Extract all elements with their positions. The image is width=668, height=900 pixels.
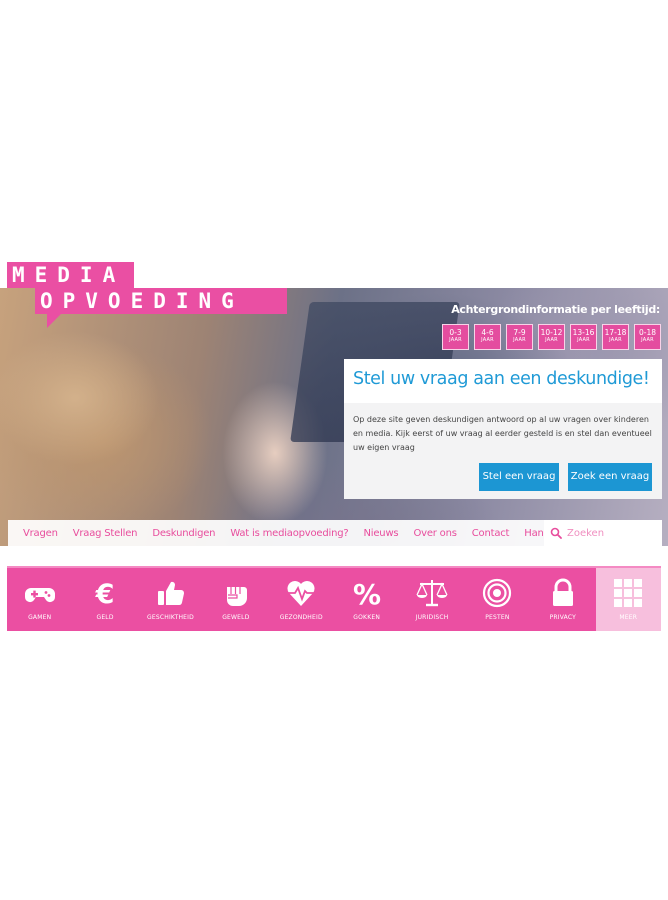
age-unit: JAAR <box>641 337 654 343</box>
percent-icon: % <box>353 578 381 608</box>
age-box-0-18[interactable]: 0-18 JAAR <box>634 324 661 350</box>
category-label: GESCHIKTHEID <box>147 614 194 621</box>
logo-line-media: MEDIA <box>7 262 134 288</box>
age-range: 17-18 <box>604 328 627 337</box>
category-gamen[interactable]: GAMEN <box>7 568 72 631</box>
logo-line-opvoeding: OPVOEDING <box>35 288 287 314</box>
nav-item-contact[interactable]: Contact <box>464 528 517 539</box>
category-label: JURIDISCH <box>415 614 449 621</box>
gamepad-icon <box>24 588 55 602</box>
age-range: 0-3 <box>449 328 462 337</box>
category-label: GAMEN <box>28 614 52 621</box>
category-label: GOKKEN <box>353 614 381 621</box>
panel-title: Stel uw vraag aan een deskundige! <box>344 359 662 403</box>
grid-icon <box>614 579 643 607</box>
category-label: GELD <box>96 614 114 621</box>
svg-text:%: % <box>353 578 381 608</box>
nav-item-vraag-stellen[interactable]: Vraag Stellen <box>65 528 145 539</box>
nav-item-nieuws[interactable]: Nieuws <box>356 528 406 539</box>
ask-question-panel: Stel uw vraag aan een deskundige! Op dez… <box>344 359 662 499</box>
age-box-17-18[interactable]: 17-18 JAAR <box>602 324 629 350</box>
panel-description: Op deze site geven deskundigen antwoord … <box>353 415 652 452</box>
age-box-4-6[interactable]: 4-6 JAAR <box>474 324 501 350</box>
ask-question-button[interactable]: Stel een vraag <box>479 463 559 491</box>
search-input[interactable] <box>567 527 657 539</box>
euro-icon: € <box>95 579 115 608</box>
category-geld[interactable]: € GELD <box>72 568 137 631</box>
category-gezondheid[interactable]: GEZONDHEID <box>269 568 334 631</box>
site-logo[interactable]: MEDIA OPVOEDING <box>7 262 287 328</box>
category-meer[interactable]: MEER <box>595 568 661 631</box>
category-label: GEZONDHEID <box>279 614 323 621</box>
age-unit: JAAR <box>513 337 526 343</box>
svg-text:€: € <box>95 579 115 608</box>
search-icon[interactable] <box>550 527 562 539</box>
logo-speech-tail <box>47 314 61 328</box>
age-box-10-12[interactable]: 10-12 JAAR <box>538 324 565 350</box>
category-bar: GAMEN € GELD GESCHIKTHEID GEWELD GEZONDH… <box>7 566 661 631</box>
age-selector: 0-3 JAAR 4-6 JAAR 7-9 JAAR 10-12 JAAR 13… <box>442 324 661 350</box>
category-juridisch[interactable]: JURIDISCH <box>399 568 464 631</box>
age-box-7-9[interactable]: 7-9 JAAR <box>506 324 533 350</box>
category-label: MEER <box>619 614 638 621</box>
heart-pulse-icon <box>287 581 315 606</box>
age-range: 13-16 <box>572 328 595 337</box>
age-unit: JAAR <box>481 337 494 343</box>
age-heading: Achtergrondinformatie per leeftijd: <box>451 303 660 316</box>
fist-icon <box>226 587 247 606</box>
age-range: 0-18 <box>638 328 657 337</box>
category-label: PRIVACY <box>549 614 577 621</box>
age-unit: JAAR <box>449 337 462 343</box>
age-unit: JAAR <box>545 337 558 343</box>
search-question-button[interactable]: Zoek een vraag <box>568 463 652 491</box>
target-icon <box>483 578 512 608</box>
age-range: 10-12 <box>540 328 563 337</box>
age-range: 4-6 <box>481 328 494 337</box>
category-gokken[interactable]: % GOKKEN <box>334 568 399 631</box>
category-label: GEWELD <box>222 614 250 621</box>
thumbs-up-icon <box>158 581 185 606</box>
nav-item-vragen[interactable]: Vragen <box>8 528 65 539</box>
lock-icon <box>552 578 573 606</box>
category-label: PESTEN <box>485 614 510 621</box>
age-box-0-3[interactable]: 0-3 JAAR <box>442 324 469 350</box>
nav-search <box>544 520 662 546</box>
nav-item-over-ons[interactable]: Over ons <box>406 528 464 539</box>
nav-item-wat-is-mediaopvoeding[interactable]: Wat is mediaopvoeding? <box>223 528 356 539</box>
age-unit: JAAR <box>609 337 622 343</box>
category-pesten[interactable]: PESTEN <box>465 568 530 631</box>
main-nav: Vragen Vraag Stellen Deskundigen Wat is … <box>8 520 662 546</box>
age-unit: JAAR <box>577 337 590 343</box>
category-geschiktheid[interactable]: GESCHIKTHEID <box>138 568 203 631</box>
scales-icon <box>416 580 448 607</box>
age-range: 7-9 <box>513 328 526 337</box>
category-privacy[interactable]: PRIVACY <box>530 568 595 631</box>
category-geweld[interactable]: GEWELD <box>203 568 268 631</box>
nav-item-deskundigen[interactable]: Deskundigen <box>145 528 223 539</box>
age-box-13-16[interactable]: 13-16 JAAR <box>570 324 597 350</box>
